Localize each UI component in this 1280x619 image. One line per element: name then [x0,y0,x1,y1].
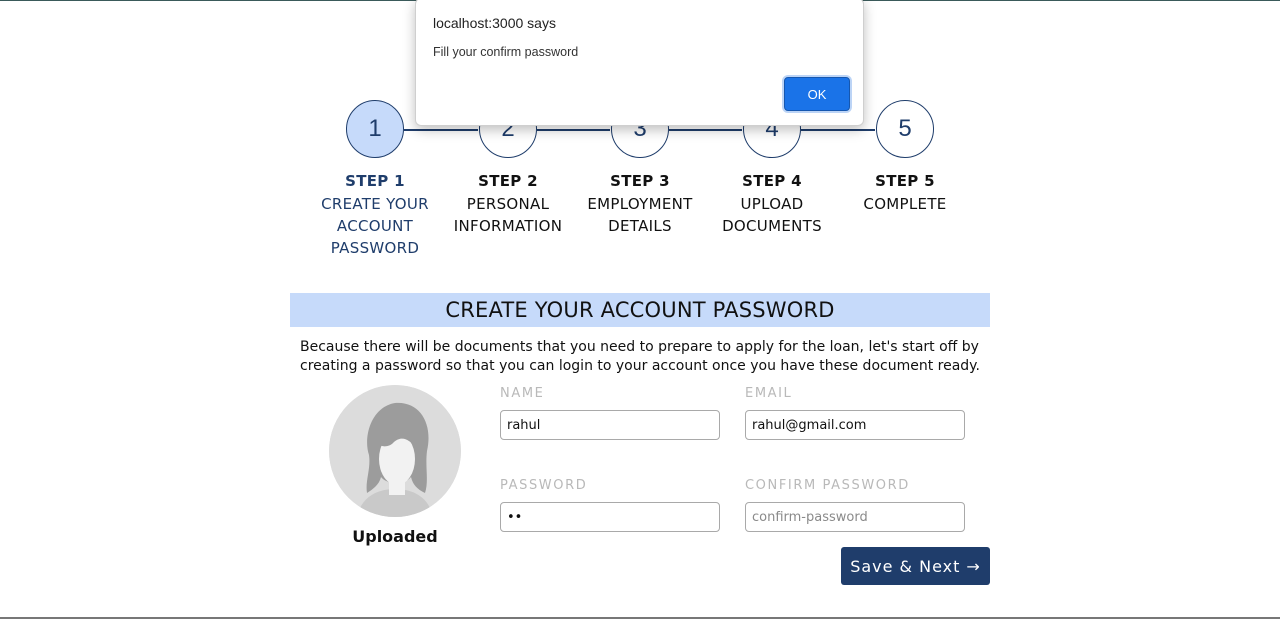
arrow-right-icon: → [966,556,981,576]
step-4-title: STEP 4 [742,172,802,190]
email-input[interactable] [745,410,965,440]
step-2-desc-line: INFORMATION [453,217,563,235]
step-5-circle: 5 [876,100,934,158]
confirm-password-input[interactable] [745,502,965,532]
email-label: EMAIL [745,386,793,401]
step-2-description: PERSONAL INFORMATION [438,193,578,237]
step-3-title: STEP 3 [610,172,670,190]
step-2-title: STEP 2 [478,172,538,190]
step-1-circle: 1 [346,100,404,158]
step-3-desc-line: EMPLOYMENT [587,195,693,213]
step-5-title: STEP 5 [875,172,935,190]
section-title: CREATE YOUR ACCOUNT PASSWORD [290,293,990,327]
intro-text: Because there will be documents that you… [300,339,980,374]
step-1-title: STEP 1 [345,172,405,190]
step-1-desc-line: CREATE YOUR [321,195,429,213]
step-4-desc-line: DOCUMENTS [722,217,822,235]
save-next-button[interactable]: Save & Next → [841,547,990,585]
step-1-description: CREATE YOUR ACCOUNT PASSWORD [305,193,445,259]
avatar-status: Uploaded [352,527,438,546]
dialog-message: Fill your confirm password [433,45,579,59]
save-next-label: Save & Next [850,556,961,576]
confirm-password-label: CONFIRM PASSWORD [745,478,910,493]
avatar-placeholder-icon [329,385,461,517]
name-input[interactable] [500,410,720,440]
avatar-upload[interactable] [329,385,461,517]
password-label: PASSWORD [500,478,588,493]
alert-dialog: localhost:3000 says Fill your confirm pa… [415,0,864,126]
step-5-desc-line: COMPLETE [863,195,947,213]
step-4-desc-line: UPLOAD [740,195,804,213]
name-label: NAME [500,386,545,401]
step-4-description: UPLOAD DOCUMENTS [702,193,842,237]
step-3-desc-line: DETAILS [608,217,672,235]
step-1-desc-line: PASSWORD [330,239,420,257]
dialog-ok-button[interactable]: OK [784,77,850,111]
password-input[interactable] [500,502,720,532]
dialog-title: localhost:3000 says [433,15,556,31]
step-5-description: COMPLETE [835,193,975,215]
step-2-desc-line: PERSONAL [466,195,550,213]
step-1-desc-line: ACCOUNT [336,217,414,235]
step-3-description: EMPLOYMENT DETAILS [570,193,710,237]
